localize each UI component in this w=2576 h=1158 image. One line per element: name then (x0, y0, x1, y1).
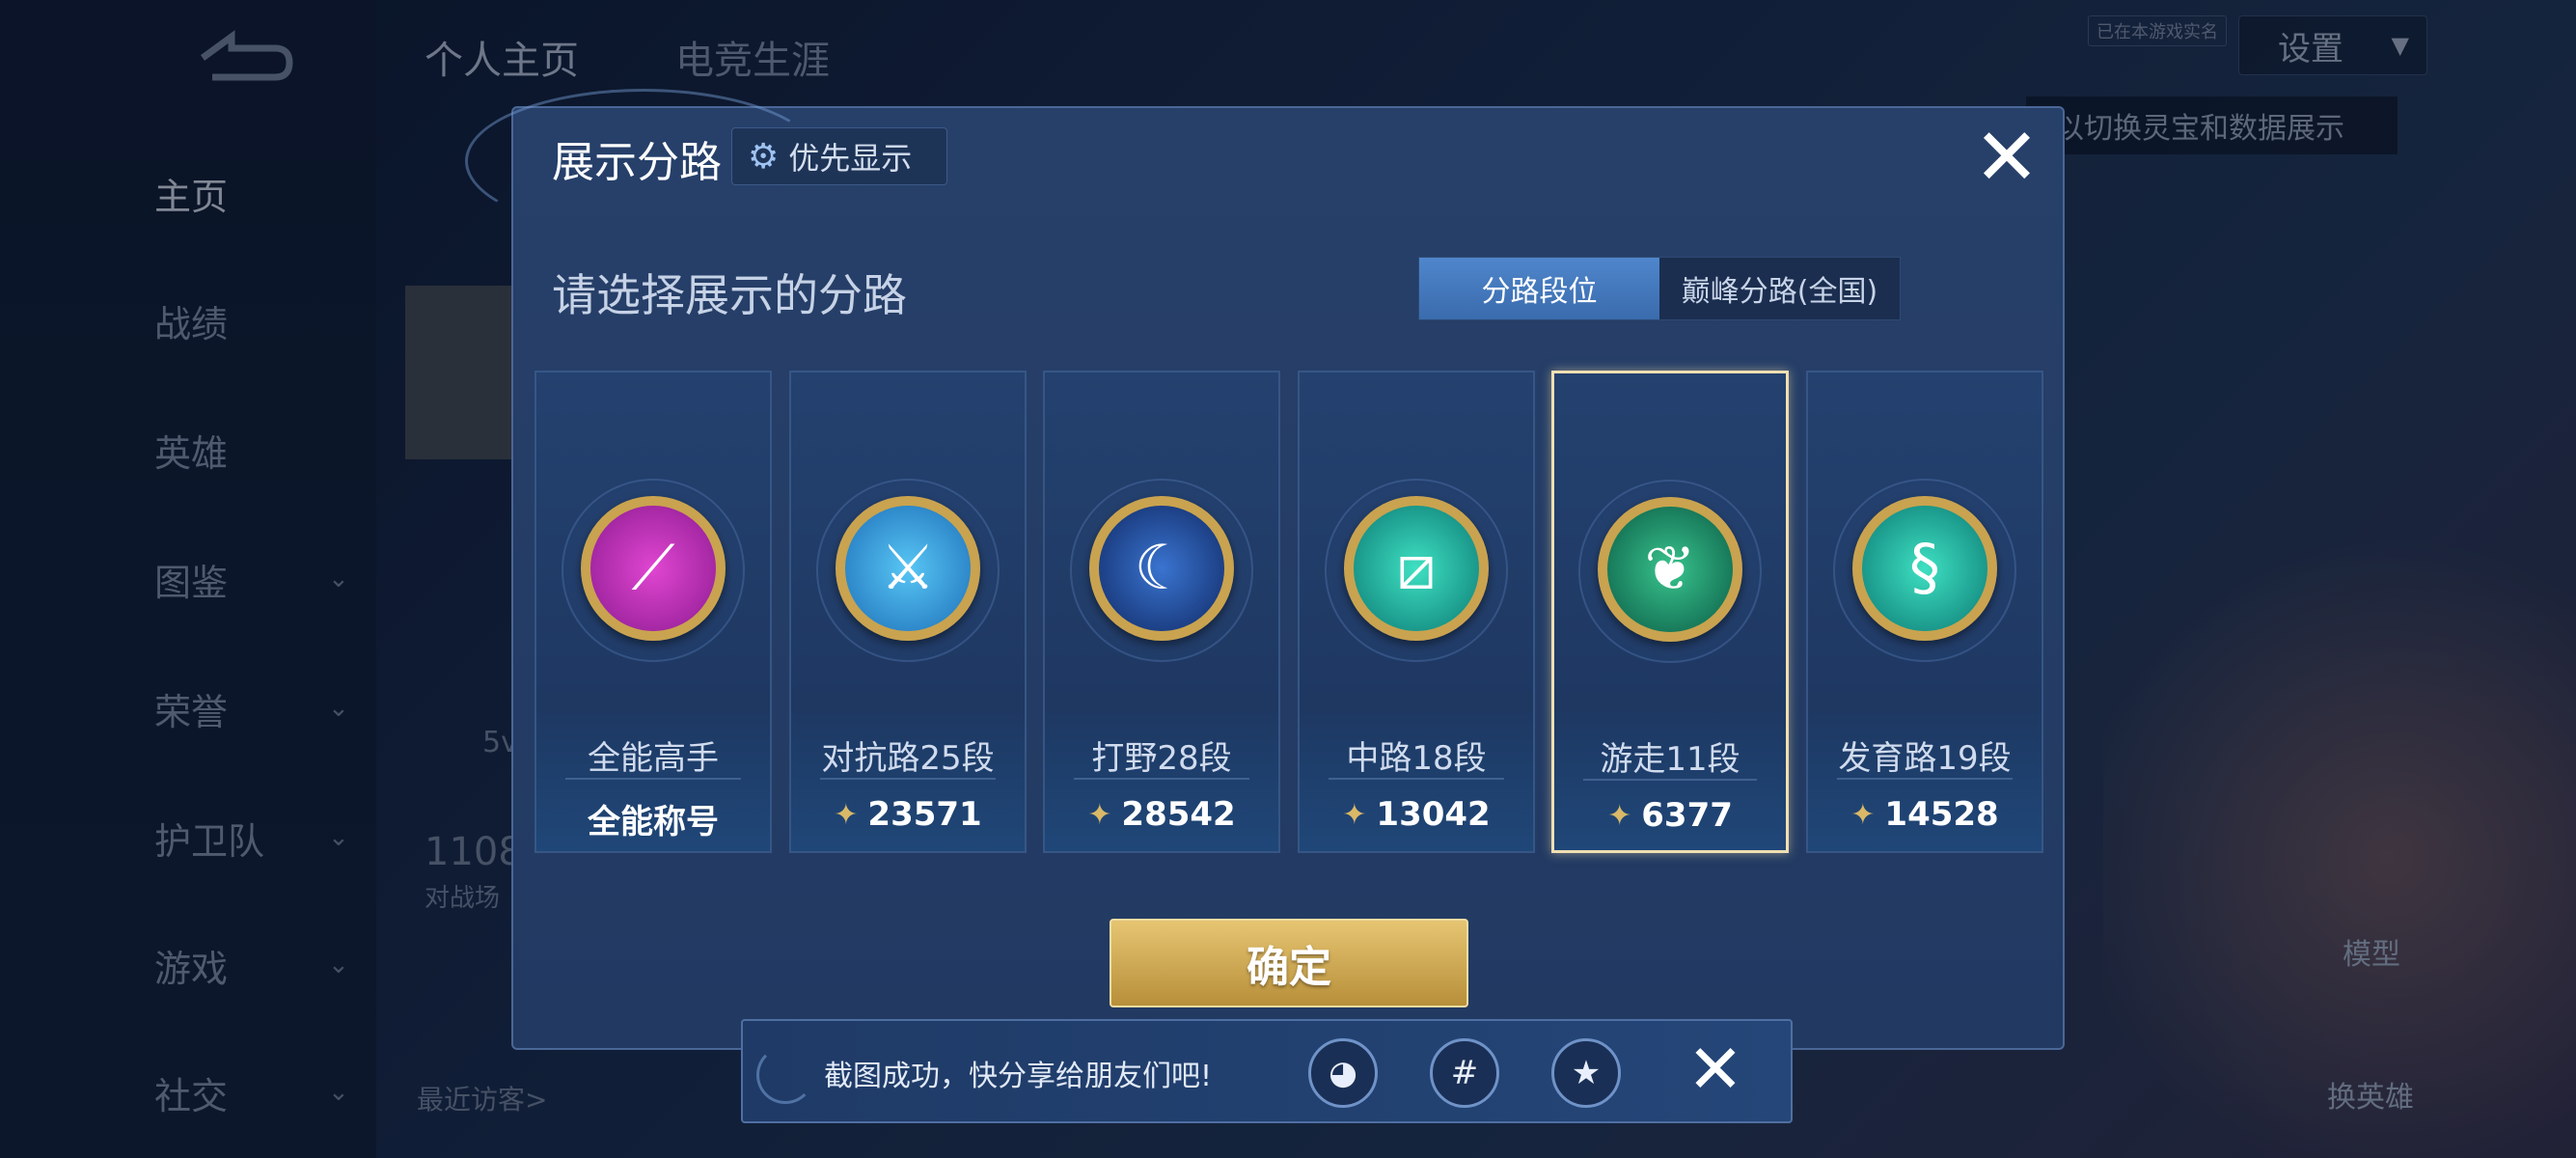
divider (1837, 778, 2013, 780)
qzone-icon[interactable]: ★ (1551, 1038, 1621, 1108)
lane-name: 游走11段 (1600, 740, 1740, 779)
divider (1074, 778, 1249, 780)
lane-name: 中路18段 (1346, 739, 1487, 778)
clash-lane-badge-icon: ⚔ (836, 496, 980, 641)
farm-lane-badge-icon: § (1852, 496, 1997, 641)
toast-message: 截图成功，快分享给朋友们吧! (824, 1060, 1213, 1093)
share-toast: 截图成功，快分享给朋友们吧! ◕ # ★ ✕ (741, 1019, 1793, 1123)
dialog-subtitle: 请选择展示的分路 (552, 269, 907, 321)
jungle-badge-icon: ☾ (1089, 496, 1234, 641)
points-icon: ✦ (1850, 797, 1876, 832)
close-icon[interactable]: ✕ (1968, 119, 2045, 198)
lane-card-farm-lane[interactable]: § 发育路19段 ✦ 14528 (1806, 371, 2043, 853)
lane-card-all-round[interactable]: ⟋ 全能高手全能称号 (534, 371, 772, 853)
toggle-lane-rank[interactable]: 分路段位 (1419, 258, 1659, 319)
lane-value-text: 全能称号 (588, 803, 719, 841)
badge-glyph: ⧄ (1396, 533, 1437, 604)
points-icon: ✦ (1087, 797, 1112, 832)
lane-value-text: 14528 (1884, 795, 1999, 834)
points-icon: ✦ (1342, 797, 1367, 832)
lane-value: 全能称号 (536, 795, 770, 842)
points-icon: ✦ (834, 797, 859, 832)
lane-name: 打野28段 (1091, 739, 1232, 778)
lane-value: ✦ 28542 (1045, 795, 1278, 834)
badge-glyph: ⟋ (631, 533, 675, 604)
lane-name: 发育路19段 (1838, 739, 2012, 778)
badge-glyph: ☾ (1134, 533, 1190, 604)
confirm-button[interactable]: 确定 (1110, 919, 1468, 1007)
lane-value-text: 6377 (1641, 796, 1733, 835)
divider (565, 778, 741, 780)
priority-display-button[interactable]: ⚙ 优先显示 (731, 127, 947, 185)
badge-glyph: § (1909, 533, 1940, 604)
points-icon: ✦ (1607, 798, 1632, 833)
lane-value-text: 23571 (867, 795, 982, 834)
priority-label: 优先显示 (788, 140, 913, 177)
toast-decoration (756, 1046, 814, 1104)
lane-value: ✦ 14528 (1808, 795, 2042, 834)
all-round-badge-icon: ⟋ (581, 496, 726, 641)
close-icon[interactable]: ✕ (1677, 1031, 1754, 1108)
lane-value: ✦ 6377 (1554, 796, 1786, 835)
lane-card-jungle[interactable]: ☾ 打野28段 ✦ 28542 (1043, 371, 1280, 853)
gear-icon: ⚙ (748, 136, 780, 177)
badge-glyph: ⚔ (880, 533, 936, 604)
dialog-title: 展示分路 (552, 138, 722, 187)
lane-card-mid-lane[interactable]: ⧄ 中路18段 ✦ 13042 (1298, 371, 1535, 853)
divider (820, 778, 996, 780)
lane-name: 对抗路25段 (821, 739, 995, 778)
lane-card-roam[interactable]: ❦ 游走11段 ✦ 6377 (1551, 371, 1789, 853)
lane-value: ✦ 13042 (1300, 795, 1533, 834)
toggle-peak-lane[interactable]: 巅峰分路(全国) (1659, 258, 1900, 319)
lane-value-text: 28542 (1121, 795, 1236, 834)
divider (1329, 778, 1504, 780)
lane-display-dialog: 展示分路 ⚙ 优先显示 ✕ 请选择展示的分路 分路段位 巅峰分路(全国) ⟋ 全能… (465, 89, 2065, 1050)
roam-badge-icon: ❦ (1598, 497, 1742, 642)
lane-value-text: 13042 (1376, 795, 1491, 834)
lane-value: ✦ 23571 (791, 795, 1025, 834)
qq-icon[interactable]: ◕ (1308, 1038, 1378, 1108)
lane-mode-toggle: 分路段位 巅峰分路(全国) (1418, 257, 1901, 320)
lane-name: 全能高手 (588, 739, 719, 778)
mid-lane-badge-icon: ⧄ (1344, 496, 1489, 641)
lane-card-clash-lane[interactable]: ⚔ 对抗路25段 ✦ 23571 (789, 371, 1027, 853)
lane-cards: ⟋ 全能高手 全能称号 ⚔ 对抗路25段 ✦ 23571 ☾ 打野28段 ✦ 28542 ⧄ 中路18段… (534, 371, 2045, 859)
wechat-icon[interactable]: # (1430, 1038, 1499, 1108)
divider (1583, 779, 1757, 781)
badge-glyph: ❦ (1644, 534, 1696, 605)
